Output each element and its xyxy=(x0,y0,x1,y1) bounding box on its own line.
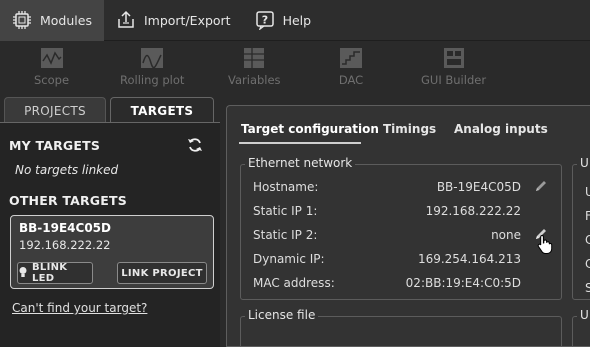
edit-hostname-pencil-icon[interactable] xyxy=(533,178,549,194)
target-ip: 192.168.222.22 xyxy=(19,238,111,252)
hostname-label: Hostname: xyxy=(253,180,319,194)
bulb-icon xyxy=(18,266,28,281)
scope-icon xyxy=(39,45,65,71)
menu-modules-label: Modules xyxy=(40,12,92,28)
right-letter-2: F xyxy=(585,209,590,223)
rolling-plot-button[interactable]: Rolling plot xyxy=(120,45,184,87)
scope-label: Scope xyxy=(34,73,70,87)
static-ip2-label: Static IP 2: xyxy=(253,228,318,242)
cant-find-target-link[interactable]: Can't find your target? xyxy=(12,301,147,315)
module-toolbar: Scope Rolling plot Variables DAC GUI Bui… xyxy=(0,41,590,95)
static-ip2-value: none xyxy=(491,228,521,242)
variables-label: Variables xyxy=(228,73,281,87)
dynamic-ip-value: 169.254.164.213 xyxy=(417,252,521,266)
gui-builder-label: GUI Builder xyxy=(421,73,487,87)
dac-button[interactable]: DAC xyxy=(338,45,364,87)
mac-address-label: MAC address: xyxy=(253,276,335,290)
target-card[interactable]: BB-19E4C05D 192.168.222.22 BLINK LED LIN… xyxy=(10,215,214,289)
right-letter-4: C xyxy=(585,257,590,271)
tab-timings[interactable]: Timings xyxy=(383,122,436,136)
target-name: BB-19E4C05D xyxy=(19,221,111,235)
ethernet-group-title: Ethernet network xyxy=(245,156,356,170)
help-icon: ? xyxy=(255,10,275,30)
tab-analog-inputs[interactable]: Analog inputs xyxy=(454,122,548,136)
other-targets-title: OTHER TARGETS xyxy=(9,193,127,208)
tab-projects[interactable]: PROJECTS xyxy=(4,97,106,123)
target-config-panel: Target configuration Timings Analog inpu… xyxy=(226,105,590,347)
blink-led-button[interactable]: BLINK LED xyxy=(17,262,93,284)
no-targets-text: No targets linked xyxy=(15,163,119,177)
right-letter-5: S xyxy=(585,281,590,295)
right-letter-3: C xyxy=(585,233,590,247)
mac-address-value: 02:BB:19:E4:C0:5D xyxy=(405,276,521,290)
gui-builder-button[interactable]: GUI Builder xyxy=(421,45,486,87)
targets-panel: MY TARGETS No targets linked OTHER TARGE… xyxy=(0,122,220,347)
link-project-label: LINK PROJECT xyxy=(121,267,203,279)
menu-bar: Modules Import/Export ? Help xyxy=(0,0,590,41)
menu-import-export[interactable]: Import/Export xyxy=(104,0,243,41)
left-tabs: PROJECTS TARGETS xyxy=(0,97,216,123)
menu-import-export-label: Import/Export xyxy=(143,12,231,28)
tab-targets-label: TARGETS xyxy=(130,103,194,118)
chip-icon xyxy=(12,10,32,30)
export-icon xyxy=(116,10,136,30)
my-targets-title: MY TARGETS xyxy=(9,138,101,153)
blink-led-label: BLINK LED xyxy=(32,262,68,284)
tab-target-configuration[interactable]: Target configuration xyxy=(241,122,379,136)
link-project-button[interactable]: LINK PROJECT xyxy=(117,262,207,284)
rolling-plot-icon xyxy=(139,45,165,71)
refresh-icon[interactable] xyxy=(187,137,203,156)
right-group-title: U xyxy=(577,156,590,170)
dynamic-ip-label: Dynamic IP: xyxy=(253,252,325,266)
tab-targets[interactable]: TARGETS xyxy=(110,97,214,123)
menu-help-label: Help xyxy=(282,12,312,28)
rolling-plot-label: Rolling plot xyxy=(120,73,185,87)
tab-projects-label: PROJECTS xyxy=(24,103,86,118)
gui-builder-icon xyxy=(441,45,467,71)
dac-icon xyxy=(338,45,364,71)
right-group-letters: U F C C S xyxy=(585,180,590,300)
svg-text:?: ? xyxy=(261,14,267,27)
static-ip1-label: Static IP 1: xyxy=(253,204,318,218)
hostname-value: BB-19E4C05D xyxy=(436,180,521,194)
dac-label: DAC xyxy=(338,73,364,87)
hand-cursor-icon xyxy=(537,234,553,257)
variables-icon xyxy=(241,45,267,71)
static-ip1-value: 192.168.222.22 xyxy=(425,204,521,218)
license-group-title: License file xyxy=(245,308,319,322)
menu-help[interactable]: ? Help xyxy=(243,0,324,41)
variables-button[interactable]: Variables xyxy=(228,45,281,87)
scope-button[interactable]: Scope xyxy=(34,45,69,87)
right-group2-title: U xyxy=(577,308,590,322)
right-letter-1: U xyxy=(585,185,590,199)
menu-modules[interactable]: Modules xyxy=(0,0,104,41)
active-tab-indicator xyxy=(239,142,361,144)
